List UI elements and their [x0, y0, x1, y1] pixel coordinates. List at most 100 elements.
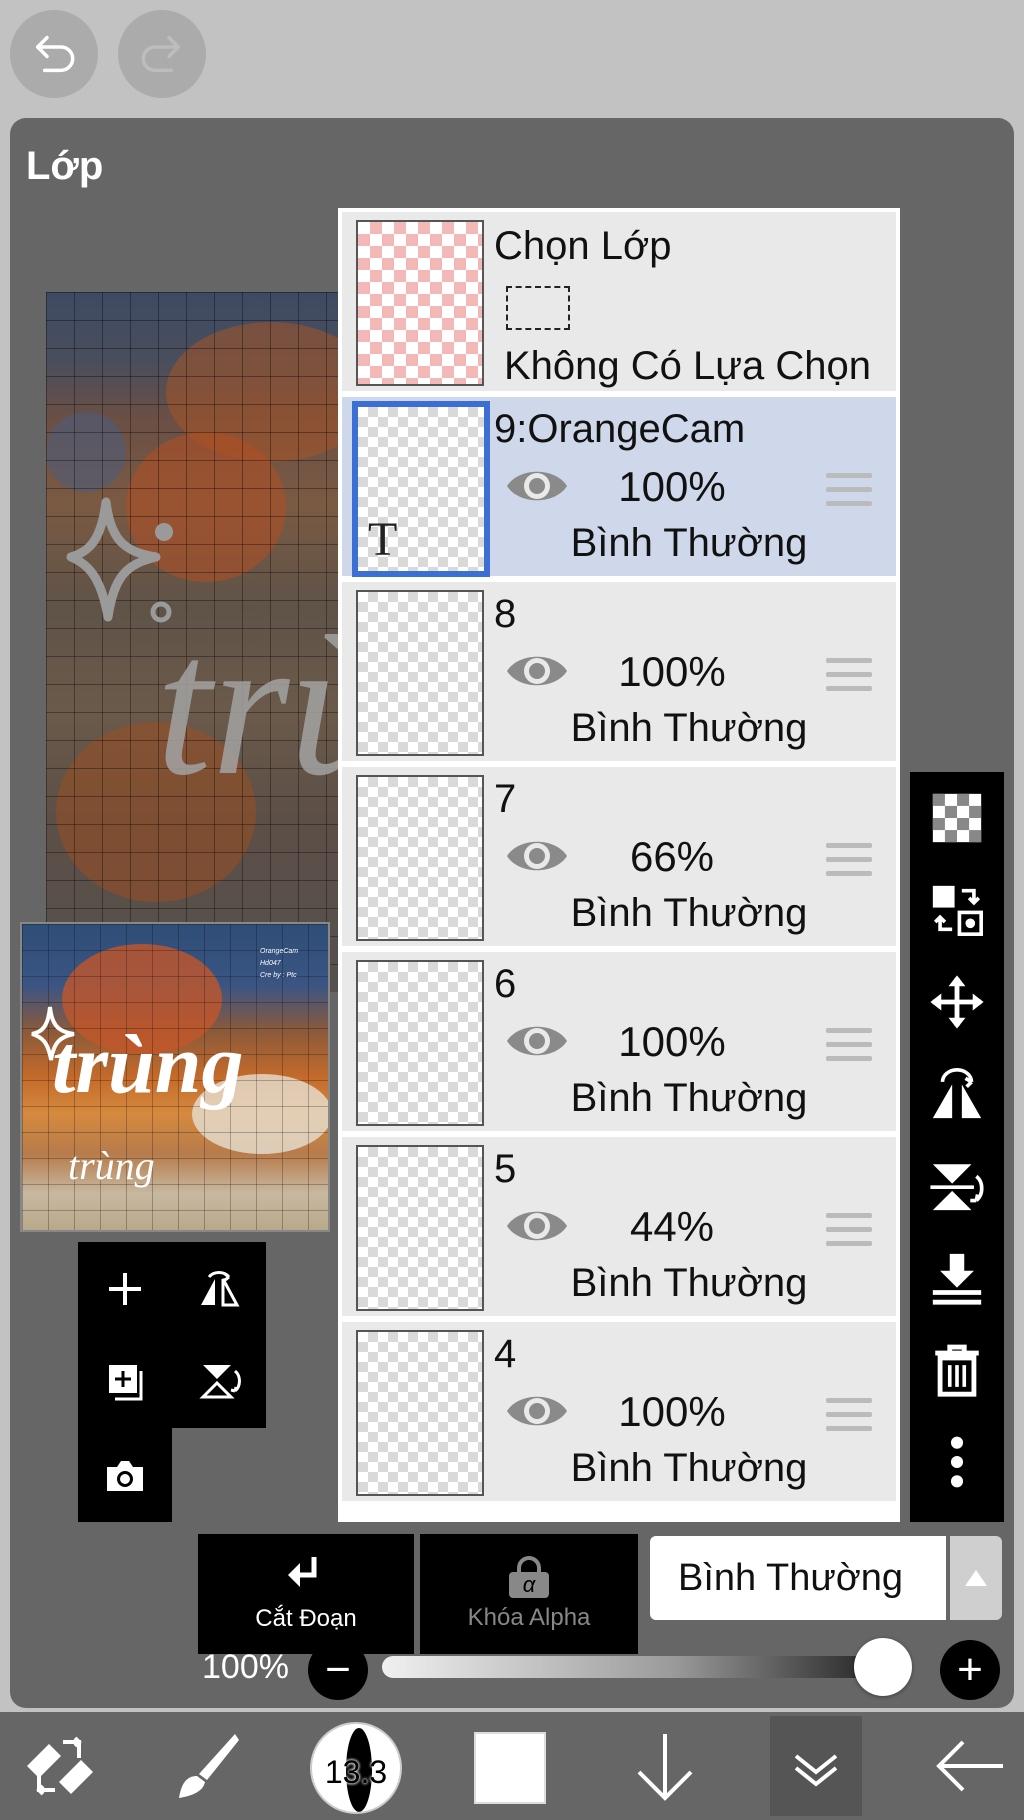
drag-handle-icon[interactable]: [826, 1213, 872, 1249]
merge-down-button[interactable]: [927, 1248, 987, 1308]
brush-size-button[interactable]: 13.3: [310, 1722, 402, 1814]
thumb-title-text: trùng: [52, 1018, 244, 1111]
alpha-lock-button[interactable]: α Khóa Alpha: [420, 1534, 638, 1654]
eye-icon[interactable]: [504, 1203, 570, 1249]
layer-blend-mode: Bình Thường: [570, 1261, 808, 1305]
drag-handle-icon[interactable]: [826, 1398, 872, 1434]
transform-tool-button[interactable]: [14, 1712, 104, 1820]
canvas-text: trùng: [156, 596, 366, 817]
minus-icon: −: [325, 1645, 351, 1694]
lock-icon: α: [509, 1556, 549, 1598]
opacity-slider-thumb[interactable]: [854, 1638, 912, 1696]
transparent-fill-button[interactable]: [927, 788, 987, 848]
merge-down-icon: [932, 1253, 982, 1305]
drag-handle-icon[interactable]: [826, 473, 872, 509]
selection-layer-title: Chọn Lớp: [494, 224, 672, 268]
blend-mode-select[interactable]: Bình Thường: [650, 1536, 946, 1620]
selection-layer-thumbnail: [356, 220, 484, 386]
swap-icon: [932, 885, 983, 936]
layer-list[interactable]: Chọn Lớp Không Có Lựa Chọn T 9:OrangeCam…: [338, 208, 900, 1522]
blend-mode-dropdown-button[interactable]: [950, 1536, 1002, 1620]
layer-opacity: 100%: [618, 1018, 726, 1065]
undo-button[interactable]: [10, 10, 98, 98]
transform-icon: [27, 1736, 93, 1796]
clipping-button[interactable]: Cắt Đoạn: [198, 1534, 414, 1654]
clipping-label: Cắt Đoạn: [255, 1605, 357, 1632]
brush-size-value: 13.3: [324, 1754, 388, 1790]
eye-icon[interactable]: [504, 648, 570, 694]
layers-button-icon-wrap[interactable]: [776, 1712, 856, 1820]
layer-thumbnail: [356, 1145, 484, 1311]
drag-handle-icon[interactable]: [826, 1028, 872, 1064]
color-picker-button[interactable]: [474, 1732, 546, 1804]
duplicate-layer-button[interactable]: [90, 1346, 160, 1416]
canvas-preview[interactable]: trùng: [46, 292, 366, 992]
camera-icon: [107, 1461, 143, 1491]
selection-status: Không Có Lựa Chọn: [504, 344, 872, 388]
thumb-subtitle-text: trùng: [68, 1143, 155, 1188]
thumb-caption: OrangeCam Hd047 Cre by : Ptc: [260, 948, 299, 979]
flip-horizontal-button[interactable]: [927, 1064, 987, 1124]
move-down-button[interactable]: [620, 1712, 710, 1820]
layer-thumbnail: [356, 1330, 484, 1496]
flip-layer-horizontal-button[interactable]: [184, 1254, 254, 1324]
eye-icon[interactable]: [504, 1018, 570, 1064]
layer-thumbnail: T: [352, 401, 490, 577]
layer-name: 9:OrangeCam: [494, 407, 746, 451]
layer-thumbnail: [356, 775, 484, 941]
layer-row[interactable]: 6 100% Bình Thường: [342, 952, 896, 1134]
layer-actions-toolbar: [910, 772, 1004, 1522]
add-layer-button[interactable]: [90, 1254, 160, 1324]
flip-vertical-icon: [199, 1365, 241, 1399]
drag-handle-icon[interactable]: [826, 843, 872, 879]
layer-opacity: 66%: [629, 833, 715, 880]
flip-h-icon: [932, 1068, 982, 1119]
add-copy-icon: [109, 1365, 143, 1401]
redo-icon: [141, 35, 181, 73]
layer-opacity: 100%: [618, 463, 726, 510]
opacity-slider-track[interactable]: [382, 1656, 912, 1678]
redo-button[interactable]: [118, 10, 206, 98]
drag-handle-icon[interactable]: [826, 658, 872, 694]
chevron-up-icon: [965, 1570, 987, 1586]
more-icon: [950, 1436, 964, 1488]
more-options-button[interactable]: [927, 1432, 987, 1492]
eye-icon[interactable]: [504, 833, 570, 879]
camera-button[interactable]: [90, 1440, 160, 1510]
layer-row[interactable]: 5 44% Bình Thường: [342, 1137, 896, 1319]
canvas-thumbnail[interactable]: OrangeCam Hd047 Cre by : Ptc trùng trùng: [20, 922, 330, 1232]
layers-icon: [794, 1754, 838, 1787]
swap-layer-button[interactable]: [927, 880, 987, 940]
eye-icon[interactable]: [504, 1388, 570, 1434]
layer-blend-mode: Bình Thường: [570, 1076, 808, 1120]
flip-v-icon: [930, 1164, 984, 1211]
delete-layer-button[interactable]: [927, 1340, 987, 1400]
alpha-lock-label: Khóa Alpha: [467, 1604, 591, 1631]
opacity-decrease-button[interactable]: −: [308, 1640, 368, 1700]
selection-marquee-icon: [506, 286, 570, 330]
layer-row[interactable]: 8 100% Bình Thường: [342, 582, 896, 764]
back-icon: [936, 1740, 1003, 1792]
layer-row[interactable]: 4 100% Bình Thường: [342, 1322, 896, 1504]
text-layer-icon: T: [368, 513, 398, 566]
eye-icon[interactable]: [504, 463, 570, 509]
layer-row[interactable]: T 9:OrangeCam 100% Bình Thường: [342, 397, 896, 579]
flip-vertical-button[interactable]: [927, 1156, 987, 1216]
flip-horizontal-icon: [201, 1271, 240, 1307]
undo-icon: [35, 35, 75, 73]
layer-opacity: 44%: [629, 1203, 715, 1250]
layer-blend-mode: Bình Thường: [570, 1446, 808, 1490]
opacity-increase-button[interactable]: +: [940, 1640, 1000, 1700]
brush-tool-button[interactable]: [160, 1712, 250, 1820]
flip-layer-vertical-button[interactable]: [184, 1346, 254, 1416]
opacity-value: 100%: [202, 1648, 289, 1686]
transparent-icon: [932, 793, 982, 843]
layer-row[interactable]: 7 66% Bình Thường: [342, 767, 896, 949]
clip-arrow-icon: [288, 1557, 317, 1587]
move-layer-button[interactable]: [927, 972, 987, 1032]
trash-icon: [935, 1344, 979, 1397]
layer-opacity: 100%: [618, 648, 726, 695]
layer-name: 4: [494, 1332, 517, 1376]
back-button[interactable]: [924, 1712, 1014, 1820]
selection-layer-row[interactable]: Chọn Lớp Không Có Lựa Chọn: [342, 212, 896, 394]
